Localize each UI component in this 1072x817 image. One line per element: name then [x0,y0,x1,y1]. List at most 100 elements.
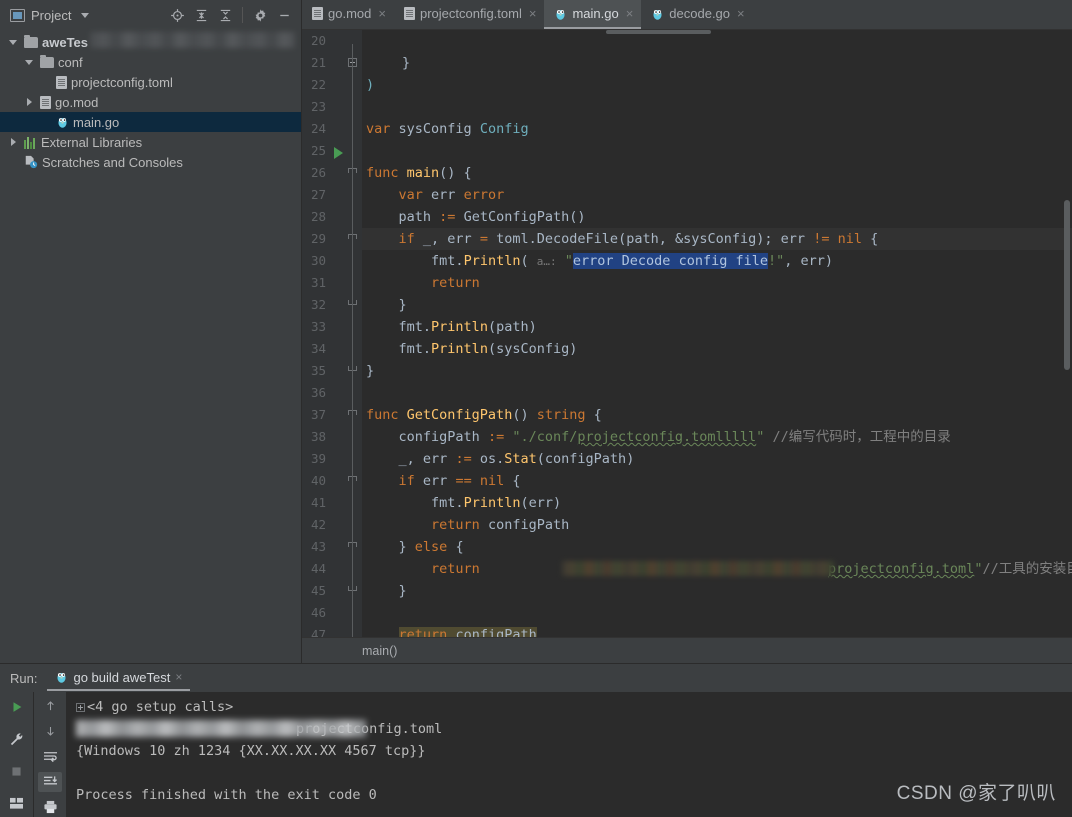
library-icon [24,136,37,149]
soft-wrap-icon[interactable] [38,747,62,766]
line-number: 33 [310,319,326,334]
sidebar-toolbar [166,4,295,26]
gear-icon[interactable] [249,4,271,26]
chevron-right-icon[interactable] [22,95,36,109]
chevron-down-icon[interactable] [6,35,20,49]
run-toolbar-left [0,692,34,817]
run-toolbar-right [34,692,66,817]
console-line: Process finished with the exit code 0 [76,784,377,806]
close-icon[interactable]: × [529,6,537,21]
code-line-21: ) [366,77,375,93]
project-icon [10,8,25,22]
ide-window: Project aweTes conf projectconfig.toml g… [0,0,1072,817]
tree-item-scratches-and-consoles[interactable]: Scratches and Consoles [0,152,301,172]
tree-item-label: main.go [73,114,120,130]
tab-label: go.mod [328,6,372,21]
line-number: 20 [310,33,326,48]
console-line-text: {Windows 10 zh 1234 {XX.XX.XX.XX 4567 tc… [76,743,426,759]
code-line-27: path := GetConfigPath() [398,209,586,225]
close-icon[interactable]: × [378,6,386,21]
editor-body[interactable]: 20 21 22 23 24 25 26 27 28 29 30 31 32 33 34 35 36 37 38 39… [302,30,1072,637]
line-number: 26 [310,165,326,180]
code-line-34: } [366,363,375,379]
top-region: Project aweTes conf projectconfig.toml g… [0,0,1072,663]
tree-item-go-mod[interactable]: go.mod [0,92,301,112]
tab-label: main.go [572,6,619,21]
close-icon[interactable]: × [626,6,634,21]
tree-item-main-go[interactable]: main.go [0,112,301,132]
tree-item-conf[interactable]: conf [0,52,301,72]
line-number: 44 [310,561,326,576]
folder-icon [24,34,38,48]
line-number: 38 [310,429,326,444]
code-area[interactable]: } ) var sysConfig Config func main() { v… [362,30,1072,637]
editor-tab-projectconfig-toml[interactable]: projectconfig.toml × [394,0,544,29]
locate-icon[interactable] [166,4,188,26]
line-number: 25 [310,143,326,158]
run-label: Run: [10,670,38,686]
editor-tab-go-mod[interactable]: go.mod × [302,0,394,29]
code-line-39: if err == nil { [398,473,521,489]
expand-icon[interactable] [76,702,85,712]
line-number: 36 [310,385,326,400]
project-sidebar: Project aweTes conf projectconfig.toml g… [0,0,302,663]
editor-tab-bar: go.mod × projectconfig.toml × main.go × decode… [302,0,1072,30]
editor-tab-main-go[interactable]: main.go × [544,0,642,29]
code-line-41: return configPath [431,517,570,533]
code-line-44: } [398,583,407,599]
line-number: 34 [310,341,326,356]
breadcrumb[interactable]: main() [302,637,1072,663]
stop-icon[interactable] [5,760,29,782]
console-line-text: <4 go setup calls> [87,699,234,715]
chevron-down-icon[interactable] [81,12,90,18]
arrow-down-icon[interactable] [38,721,62,740]
code-line-28: if _, err = toml.DecodeFile(path, &sysCo… [398,231,879,247]
tree-item-label: projectconfig.toml [71,74,173,90]
chevron-down-icon[interactable] [22,55,36,69]
file-icon [312,7,323,20]
scroll-to-end-icon[interactable] [38,772,62,792]
editor-column: go.mod × projectconfig.toml × main.go × decode… [302,0,1072,663]
line-number: 21 [310,55,326,70]
arrow-up-icon[interactable] [38,696,62,715]
watermark: CSDN @家了叭叭 [896,783,1056,804]
project-tree: aweTes conf projectconfig.toml go.mod main.g… [0,30,301,663]
line-number: 40 [310,473,326,488]
editor-gutter[interactable]: 20 21 22 23 24 25 26 27 28 29 30 31 32 33 34 35 36 37 38 39… [302,30,386,637]
expand-all-icon[interactable] [190,4,212,26]
gopher-icon [554,7,567,21]
editor-horizontal-scrollbar[interactable] [606,30,711,34]
code-line-29: fmt.Println( a…: "error Decode config fi… [431,253,834,269]
wrench-icon[interactable] [5,728,29,750]
folder-icon [40,54,54,68]
run-icon[interactable] [5,696,29,718]
code-line-32: fmt.Println(path) [398,319,537,335]
collapse-all-icon[interactable] [214,4,236,26]
chevron-right-icon[interactable] [6,135,20,149]
tab-label: projectconfig.toml [419,6,522,21]
tree-item-projectconfig-toml[interactable]: projectconfig.toml [0,72,301,92]
code-line-20: } [402,55,411,71]
close-icon[interactable]: × [737,6,745,21]
minimize-icon[interactable] [273,4,295,26]
line-number: 45 [310,583,326,598]
tree-item-external-libraries[interactable]: External Libraries [0,132,301,152]
toolbar-divider [242,7,243,23]
close-icon[interactable]: × [175,670,182,684]
code-line-25: func main() { [366,165,472,181]
tree-item-label: aweTes [42,34,89,50]
print-icon[interactable] [38,798,62,817]
layout-icon[interactable] [5,792,29,814]
project-tool-window-button[interactable]: Project [6,6,93,25]
editor-tab-decode-go[interactable]: decode.go × [641,0,752,29]
run-gutter-icon[interactable] [334,147,343,159]
run-configuration-tab[interactable]: go build aweTest × [47,665,191,691]
line-number: 24 [310,121,326,136]
editor-vertical-scrollbar[interactable] [1064,200,1070,370]
run-header: Run: go build aweTest × [0,664,1072,692]
file-icon [40,95,51,109]
gopher-icon [651,7,664,21]
line-number: 23 [310,99,326,114]
file-icon [56,75,67,89]
code-line-42: } else { [398,539,464,555]
